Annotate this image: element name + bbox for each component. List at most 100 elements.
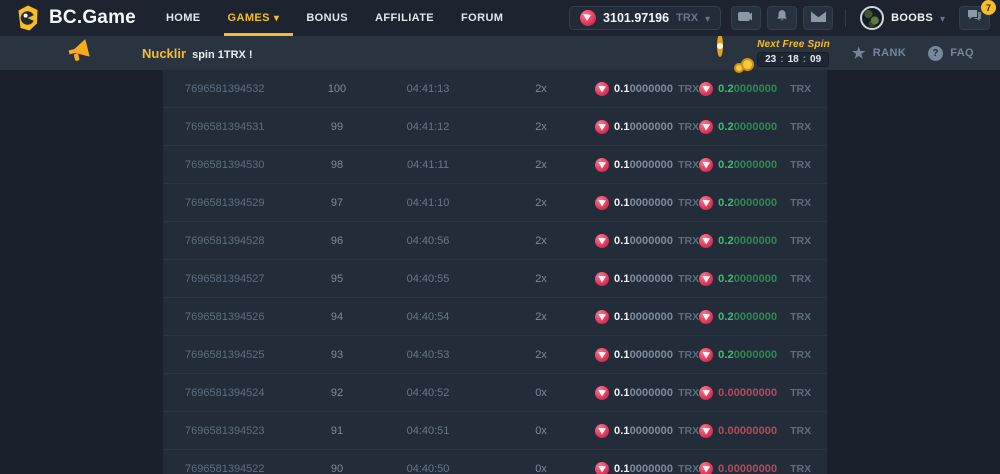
currency-label: TRX — [678, 197, 699, 209]
rank-label: RANK — [873, 47, 906, 59]
bet-amount: 0.10000000 — [614, 463, 673, 474]
bet-time: 04:40:50 — [369, 463, 487, 474]
table-row[interactable]: 7696581394522 90 04:40:50 0x 0.10000000 … — [163, 450, 827, 474]
table-row[interactable]: 7696581394532 100 04:41:13 2x 0.10000000… — [163, 70, 827, 108]
table-row[interactable]: 7696581394526 94 04:40:54 2x 0.10000000 … — [163, 298, 827, 336]
balance-currency-selector[interactable]: 3101.97196 TRX — [569, 6, 721, 30]
bet-multiplier: 2x — [487, 197, 595, 209]
chat-button[interactable]: 7 — [959, 6, 990, 30]
trx-coin-icon — [595, 310, 609, 324]
payout-amount: 0.20000000 — [718, 83, 777, 95]
bet-amount-cell: 0.10000000 TRX — [595, 424, 699, 438]
bet-time: 04:40:52 — [369, 387, 487, 399]
payout-cell: 0.00000000 TRX — [699, 462, 811, 474]
payout-amount: 0.20000000 — [718, 349, 777, 361]
currency-label: TRX — [790, 387, 811, 399]
table-row[interactable]: 7696581394525 93 04:40:53 2x 0.10000000 … — [163, 336, 827, 374]
trx-coin-icon — [595, 462, 609, 474]
faq-label: FAQ — [950, 47, 974, 59]
table-row[interactable]: 7696581394529 97 04:41:10 2x 0.10000000 … — [163, 184, 827, 222]
faq-link[interactable]: FAQ — [928, 46, 974, 61]
messages-button[interactable] — [803, 6, 833, 30]
trx-coin-icon — [580, 10, 596, 26]
bet-amount-cell: 0.10000000 TRX — [595, 272, 699, 286]
bets-table: 7696581394532 100 04:41:13 2x 0.10000000… — [163, 70, 827, 474]
trx-coin-icon — [595, 348, 609, 362]
free-spin-widget[interactable]: Next Free Spin 23 18 09 — [717, 37, 830, 69]
currency-label: TRX — [678, 349, 699, 361]
nav-item-forum[interactable]: FORUM — [461, 0, 503, 36]
nav-item-home[interactable]: HOME — [166, 0, 201, 36]
vault-button[interactable] — [731, 6, 761, 30]
trx-coin-icon — [699, 424, 713, 438]
trx-coin-icon — [595, 120, 609, 134]
table-row[interactable]: 7696581394527 95 04:40:55 2x 0.10000000 … — [163, 260, 827, 298]
bet-number: 92 — [305, 387, 369, 399]
currency-label: TRX — [678, 121, 699, 133]
bet-number: 91 — [305, 425, 369, 437]
nav-item-bonus[interactable]: BONUS — [306, 0, 348, 36]
bet-time: 04:40:55 — [369, 273, 487, 285]
bet-time: 04:40:51 — [369, 425, 487, 437]
bet-amount: 0.10000000 — [614, 387, 673, 399]
payout-cell: 0.00000000 TRX — [699, 424, 811, 438]
trx-coin-icon — [595, 386, 609, 400]
payout-amount: 0.20000000 — [718, 121, 777, 133]
trx-coin-icon — [595, 234, 609, 248]
colon-separator — [780, 54, 783, 65]
rank-link[interactable]: RANK — [852, 44, 906, 62]
bet-amount-cell: 0.10000000 TRX — [595, 234, 699, 248]
bcgame-logo[interactable]: BC.Game — [16, 5, 136, 31]
bet-amount: 0.10000000 — [614, 235, 673, 247]
bet-number: 94 — [305, 311, 369, 323]
table-row[interactable]: 7696581394530 98 04:41:11 2x 0.10000000 … — [163, 146, 827, 184]
payout-amount: 0.20000000 — [718, 235, 777, 247]
free-spin-countdown: 23 18 09 — [757, 52, 829, 67]
bet-id: 7696581394531 — [185, 121, 305, 133]
countdown-minutes: 18 — [788, 54, 799, 65]
trx-coin-icon — [595, 272, 609, 286]
trx-coin-icon — [699, 234, 713, 248]
payout-amount: 0.20000000 — [718, 311, 777, 323]
nav-item-games[interactable]: GAMES — [228, 0, 280, 36]
logo-text: BC.Game — [49, 7, 136, 29]
bet-number: 90 — [305, 463, 369, 474]
avatar — [860, 6, 884, 30]
currency-label: TRX — [790, 425, 811, 437]
chevron-down-icon — [940, 9, 945, 27]
currency-label: TRX — [790, 349, 811, 361]
payout-cell: 0.20000000 TRX — [699, 158, 811, 172]
bet-id: 7696581394527 — [185, 273, 305, 285]
user-menu[interactable]: BOOBS — [860, 6, 945, 30]
nav-item-affiliate[interactable]: AFFILIATE — [375, 0, 434, 36]
table-row[interactable]: 7696581394524 92 04:40:52 0x 0.10000000 … — [163, 374, 827, 412]
bet-id: 7696581394524 — [185, 387, 305, 399]
table-row[interactable]: 7696581394531 99 04:41:12 2x 0.10000000 … — [163, 108, 827, 146]
bet-id: 7696581394529 — [185, 197, 305, 209]
trx-coin-icon — [699, 310, 713, 324]
announcement-body: spin 1TRX ! — [192, 49, 253, 61]
bet-number: 95 — [305, 273, 369, 285]
trx-coin-icon — [699, 386, 713, 400]
bet-multiplier: 2x — [487, 83, 595, 95]
bet-id: 7696581394525 — [185, 349, 305, 361]
bet-amount-cell: 0.10000000 TRX — [595, 348, 699, 362]
currency-label: TRX — [678, 159, 699, 171]
table-row[interactable]: 7696581394528 96 04:40:56 2x 0.10000000 … — [163, 222, 827, 260]
announcement-message[interactable]: Nucklir spin 1TRX ! — [142, 46, 253, 61]
bet-multiplier: 2x — [487, 235, 595, 247]
announcement-bar: Nucklir spin 1TRX ! Next Free Spin 23 18… — [0, 36, 1000, 70]
payout-amount: 0.00000000 — [718, 425, 777, 437]
table-row[interactable]: 7696581394523 91 04:40:51 0x 0.10000000 … — [163, 412, 827, 450]
bet-time: 04:40:53 — [369, 349, 487, 361]
colon-separator — [803, 54, 806, 65]
payout-cell: 0.20000000 TRX — [699, 120, 811, 134]
currency-label: TRX — [790, 311, 811, 323]
bet-multiplier: 0x — [487, 425, 595, 437]
currency-label: TRX — [678, 83, 699, 95]
currency-label: TRX — [790, 235, 811, 247]
star-icon — [852, 44, 866, 62]
currency-label: TRX — [678, 273, 699, 285]
notifications-button[interactable] — [767, 6, 797, 30]
trx-coin-icon — [595, 196, 609, 210]
